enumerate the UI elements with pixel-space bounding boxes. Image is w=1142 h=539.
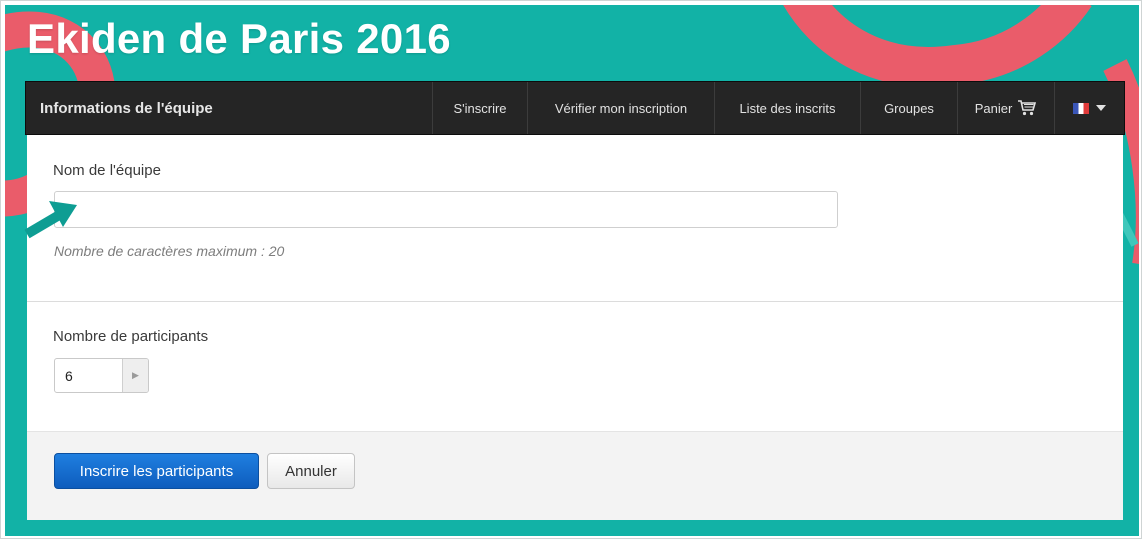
cancel-button[interactable]: Annuler: [267, 453, 355, 489]
nav-item-groupes[interactable]: Groupes: [860, 82, 957, 134]
participants-count-label: Nombre de participants: [53, 328, 209, 345]
french-flag-icon: [1073, 102, 1089, 114]
form-footer: Inscrire les participants Annuler: [27, 431, 1123, 520]
nav-item-verifier-inscription[interactable]: Vérifier mon inscription: [527, 82, 714, 134]
team-form-panel: Nom de l'équipe Nombre de caractères max…: [27, 135, 1123, 520]
caret-down-icon: [1096, 105, 1106, 111]
navbar-brand[interactable]: Informations de l'équipe: [26, 82, 432, 134]
participants-count-stepper[interactable]: 6 ▶: [54, 358, 149, 393]
nav-item-panier[interactable]: Panier: [957, 82, 1054, 134]
section-divider: [27, 301, 1123, 302]
arrow-pointer-icon: [24, 201, 77, 239]
participants-count-value[interactable]: 6: [55, 359, 122, 392]
team-name-input[interactable]: [54, 191, 838, 228]
stepper-arrow-icon[interactable]: ▶: [122, 359, 148, 392]
cart-icon: [1018, 100, 1037, 116]
screenshot-frame: Ekiden de Paris 2016 Informations de l'é…: [0, 0, 1142, 539]
team-name-label: Nom de l'équipe: [53, 162, 161, 179]
team-name-help-text: Nombre de caractères maximum : 20: [54, 243, 285, 259]
language-selector[interactable]: [1054, 82, 1124, 134]
page-title: Ekiden de Paris 2016: [27, 15, 451, 62]
top-navbar: Informations de l'équipe S'inscrire Véri…: [25, 81, 1125, 135]
panier-label: Panier: [974, 100, 1013, 116]
nav-item-sinscrire[interactable]: S'inscrire: [432, 82, 527, 134]
inscrire-participants-button[interactable]: Inscrire les participants: [54, 453, 259, 489]
nav-item-liste-inscrits[interactable]: Liste des inscrits: [714, 82, 860, 134]
